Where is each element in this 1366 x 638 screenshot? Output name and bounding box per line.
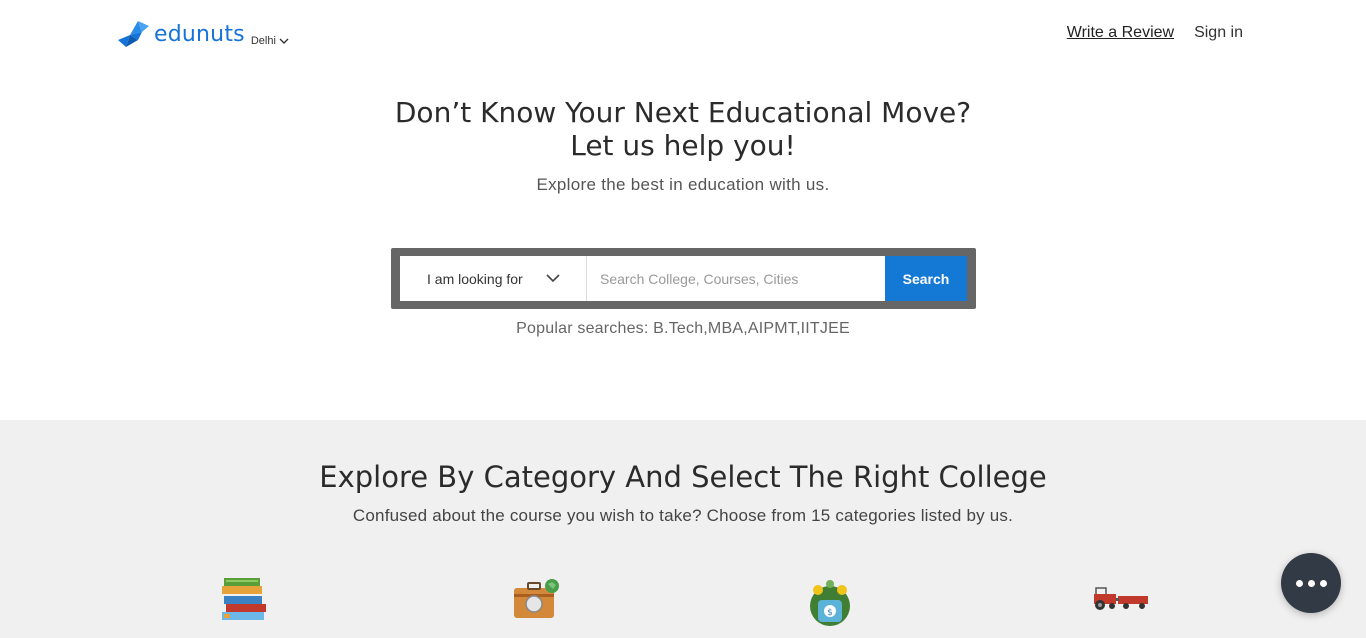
popular-searches: Popular searches: B.Tech,MBA,AIPMT,IITJE…: [516, 320, 850, 337]
header: edunuts Delhi Write a Review Sign in: [0, 0, 1366, 70]
chevron-down-icon: [546, 274, 560, 283]
top-nav: Write a Review Sign in: [1067, 24, 1243, 42]
city-selector[interactable]: Delhi: [251, 35, 289, 47]
hero-section: Don’t Know Your Next Educational Move? L…: [0, 96, 1366, 195]
looking-for-dropdown[interactable]: I am looking for: [400, 256, 587, 301]
money-bag-icon[interactable]: $: [800, 574, 860, 634]
hero-title-line2: Let us help you!: [570, 129, 796, 162]
hero-title-line1: Don’t Know Your Next Educational Move?: [394, 96, 972, 129]
chevron-down-icon: [279, 38, 289, 44]
books-icon[interactable]: [214, 574, 274, 634]
city-label: Delhi: [250, 35, 276, 47]
search-button[interactable]: Search: [885, 256, 967, 301]
logo[interactable]: edunuts Delhi: [116, 18, 289, 48]
dot: [1307, 579, 1315, 587]
briefcase-globe-icon[interactable]: [506, 574, 566, 634]
category-title: Explore By Category And Select The Right…: [319, 460, 1047, 494]
search-input[interactable]: [587, 256, 885, 301]
dot: [1319, 579, 1327, 587]
logo-bird-icon: [118, 21, 149, 47]
looking-for-label: I am looking for: [427, 270, 523, 287]
search-bar: I am looking for Search: [391, 248, 976, 309]
category-section: Explore By Category And Select The Right…: [0, 420, 1366, 638]
hero-title: Don’t Know Your Next Educational Move? L…: [0, 96, 1366, 162]
logo-text: edunuts: [154, 22, 245, 47]
hero-subtitle: Explore the best in education with us.: [536, 175, 830, 194]
tractor-icon[interactable]: [1092, 574, 1152, 634]
dot: [1295, 579, 1303, 587]
write-review-link[interactable]: Write a Review: [1067, 24, 1174, 42]
sign-in-link[interactable]: Sign in: [1194, 24, 1243, 42]
svg-text:$: $: [827, 608, 833, 618]
more-dots-icon[interactable]: [1281, 553, 1341, 613]
category-description: Confused about the course you wish to ta…: [352, 506, 1014, 525]
